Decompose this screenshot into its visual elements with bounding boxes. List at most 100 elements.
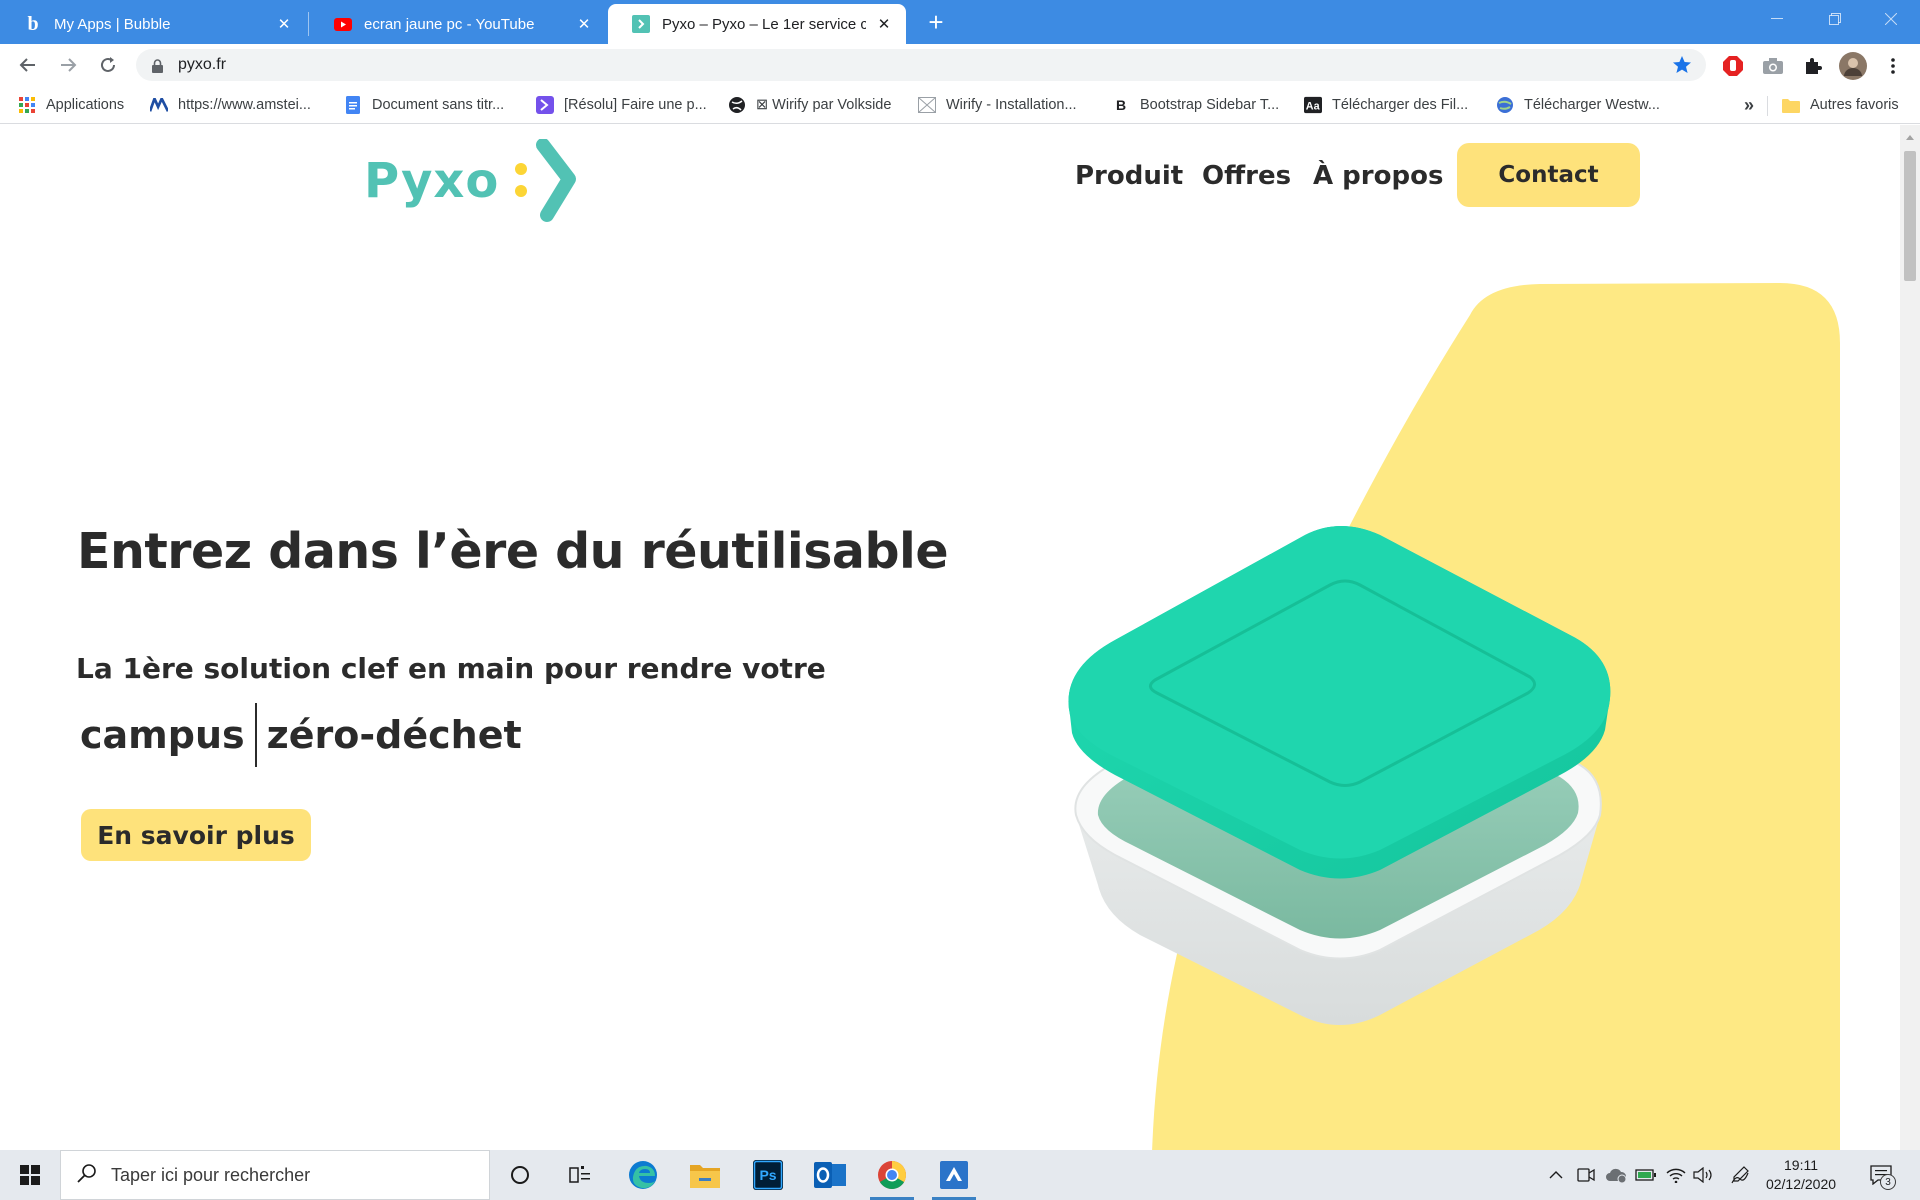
bookmark-wirify-volkside[interactable]: ⊠ Wirify par Volkside xyxy=(728,94,891,116)
tab-bubble[interactable]: b My Apps | Bubble ✕ xyxy=(0,4,306,44)
nav-offres[interactable]: Offres xyxy=(1202,161,1291,191)
bookmarks-overflow-button[interactable]: » xyxy=(1744,94,1754,116)
cortana-icon[interactable] xyxy=(490,1150,550,1200)
close-icon[interactable]: ✕ xyxy=(574,14,594,34)
bookmark-fonts[interactable]: Aa Télécharger des Fil... xyxy=(1304,94,1468,116)
notifications-icon[interactable]: 3 xyxy=(1866,1160,1896,1190)
minimize-icon[interactable] xyxy=(1748,0,1806,38)
close-icon[interactable]: ✕ xyxy=(874,14,894,34)
pen-ink-workspace-icon[interactable] xyxy=(1728,1163,1752,1187)
youtube-icon xyxy=(334,15,352,33)
windows-start-icon[interactable] xyxy=(0,1150,60,1200)
nav-produit[interactable]: Produit xyxy=(1075,161,1183,191)
show-hidden-icons-chevron-icon[interactable] xyxy=(1544,1163,1568,1187)
chrome-icon[interactable] xyxy=(862,1150,922,1200)
bookmark-amstein[interactable]: https://www.amstei... xyxy=(150,94,311,116)
tab-title: Pyxo – Pyxo – Le 1er service clef en mai… xyxy=(662,15,866,33)
new-tab-button[interactable]: + xyxy=(922,7,950,37)
camera-icon[interactable] xyxy=(1760,53,1786,79)
onedrive-cloud-icon[interactable] xyxy=(1604,1163,1628,1187)
bookmarks-separator xyxy=(1767,96,1768,116)
extensions-puzzle-icon[interactable] xyxy=(1800,53,1826,79)
bookmark-label: https://www.amstei... xyxy=(178,97,311,113)
profile-avatar[interactable] xyxy=(1838,51,1868,81)
restore-icon[interactable] xyxy=(1806,0,1864,38)
bookmark-label: [Résolu] Faire une p... xyxy=(564,97,707,113)
address-bar[interactable]: pyxo.fr xyxy=(136,49,1706,81)
window-close-icon[interactable] xyxy=(1862,0,1920,38)
hero-rotating-words: campus zéro-déchet xyxy=(80,703,522,767)
browser-toolbar: pyxo.fr xyxy=(0,44,1920,86)
meet-now-icon[interactable] xyxy=(1574,1163,1598,1187)
hero-subtitle: La 1ère solution clef en main pour rendr… xyxy=(76,652,826,685)
search-icon xyxy=(77,1163,97,1187)
forward-icon[interactable] xyxy=(52,49,84,81)
lock-icon[interactable] xyxy=(152,58,163,77)
pyxo-logo[interactable]: Pyxo xyxy=(364,139,581,223)
tab-youtube[interactable]: ecran jaune pc - YouTube ✕ xyxy=(310,4,606,44)
bookmark-resolu[interactable]: [Résolu] Faire une p... xyxy=(536,94,707,116)
scroll-up-icon[interactable] xyxy=(1906,135,1914,140)
bookmark-westwood[interactable]: Télécharger Westw... xyxy=(1496,94,1660,116)
font-download-icon: Aa xyxy=(1304,96,1322,114)
bookmark-label: Document sans titr... xyxy=(372,97,505,113)
app-icon[interactable] xyxy=(924,1150,984,1200)
hero-title: Entrez dans l’ère du réutilisable xyxy=(77,523,949,580)
outlook-icon[interactable] xyxy=(800,1150,860,1200)
wifi-icon[interactable] xyxy=(1664,1163,1688,1187)
battery-icon[interactable] xyxy=(1634,1163,1658,1187)
page-scrollbar[interactable] xyxy=(1900,125,1920,1150)
system-clock[interactable]: 19:11 02/12/2020 xyxy=(1756,1156,1846,1194)
volume-icon[interactable] xyxy=(1692,1163,1716,1187)
task-view-icon[interactable] xyxy=(550,1150,610,1200)
bookmark-label: Bootstrap Sidebar T... xyxy=(1140,97,1280,113)
tab-separator xyxy=(308,12,309,36)
learn-more-button[interactable]: En savoir plus xyxy=(81,809,311,861)
globe-icon xyxy=(1496,96,1514,114)
bookmark-label: Autres favoris xyxy=(1810,97,1899,113)
bookmark-label: Applications xyxy=(46,97,125,113)
url-text[interactable]: pyxo.fr xyxy=(178,56,226,74)
pyxo-icon xyxy=(632,15,650,33)
bookmark-applications[interactable]: Applications xyxy=(18,94,124,116)
bookmark-label: Wirify - Installation... xyxy=(946,97,1077,113)
close-icon[interactable]: ✕ xyxy=(274,14,294,34)
folder-icon xyxy=(1782,96,1800,114)
tab-pyxo[interactable]: Pyxo – Pyxo – Le 1er service clef en mai… xyxy=(608,4,906,44)
taskbar-search-box[interactable]: Taper ici pour rechercher xyxy=(60,1150,490,1200)
page-viewport: Pyxo Produit Offres À propos Contact Ent… xyxy=(0,125,1900,1150)
tab-strip: b My Apps | Bubble ✕ ecran jaune pc - Yo… xyxy=(0,0,1920,44)
back-icon[interactable] xyxy=(12,49,44,81)
text-caret xyxy=(254,703,257,767)
adblock-icon[interactable] xyxy=(1720,53,1746,79)
windows-taskbar: Taper ici pour rechercher Ps 19:11 02/12… xyxy=(0,1150,1920,1200)
photoshop-label: Ps xyxy=(759,1167,777,1183)
photoshop-icon[interactable]: Ps xyxy=(738,1150,798,1200)
globe-icon xyxy=(728,96,746,114)
amstein-icon xyxy=(150,96,168,114)
contact-button[interactable]: Contact xyxy=(1457,143,1640,207)
clock-date: 02/12/2020 xyxy=(1765,1176,1837,1192)
bookmark-label: Télécharger des Fil... xyxy=(1332,97,1469,113)
hero-word-zero-dechet: zéro-déchet xyxy=(266,713,522,757)
nav-a-propos[interactable]: À propos xyxy=(1313,161,1443,191)
scrollbar-thumb[interactable] xyxy=(1904,151,1916,281)
bookmark-wirify-installation[interactable]: Wirify - Installation... xyxy=(918,94,1077,116)
openclassrooms-icon xyxy=(536,96,554,114)
hero-word-campus: campus xyxy=(80,713,245,757)
menu-kebab-icon[interactable] xyxy=(1880,53,1906,79)
bookmark-star-icon[interactable] xyxy=(1672,55,1692,79)
bookmark-document[interactable]: Document sans titr... xyxy=(344,94,504,116)
search-placeholder: Taper ici pour rechercher xyxy=(111,1164,311,1185)
other-bookmarks-folder[interactable]: Autres favoris xyxy=(1782,94,1899,116)
reload-icon[interactable] xyxy=(92,49,124,81)
apps-grid-icon xyxy=(18,96,36,114)
logo-smile-icon xyxy=(515,139,577,222)
reusable-container-image xyxy=(1068,526,1611,1025)
edge-icon[interactable] xyxy=(613,1150,673,1200)
tab-title: ecran jaune pc - YouTube xyxy=(364,15,535,33)
file-explorer-icon[interactable] xyxy=(675,1150,735,1200)
google-docs-icon xyxy=(344,96,362,114)
bookmark-bootstrap[interactable]: B Bootstrap Sidebar T... xyxy=(1112,94,1279,116)
logo-text: Pyxo xyxy=(364,153,500,209)
